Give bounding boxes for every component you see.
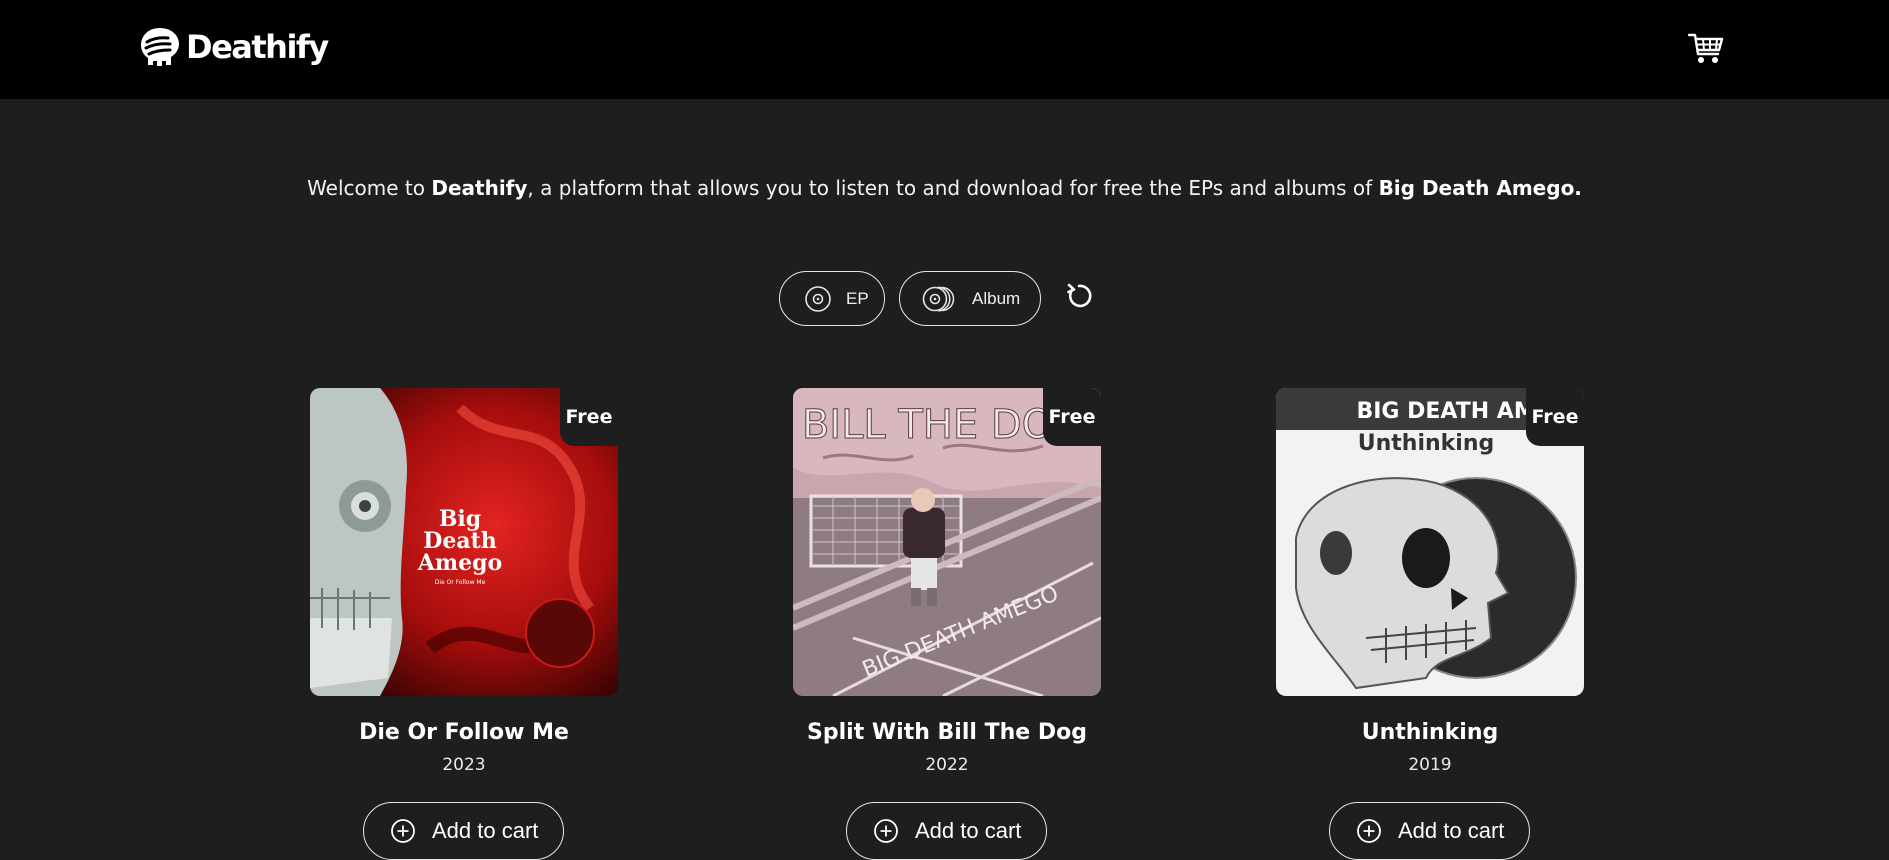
- cover-text-line: BILL THE DOG: [802, 402, 1084, 448]
- add-to-cart-label: Add to cart: [432, 818, 539, 843]
- album-cover[interactable]: BILL THE DOG BIG DEATH AMEGO Free: [793, 388, 1101, 696]
- welcome-prefix: Welcome to: [307, 176, 432, 200]
- reset-icon[interactable]: [1064, 281, 1094, 311]
- cover-text-line: Amego: [417, 550, 502, 576]
- plus-circle-icon: [874, 819, 898, 843]
- brand-name: Deathify: [186, 28, 329, 66]
- release-title: Split With Bill The Dog: [807, 720, 1087, 745]
- release-title: Die Or Follow Me: [359, 720, 569, 745]
- release-card: BIG DEATH AMEGO Unthinking Free Unthinki…: [1276, 388, 1584, 860]
- add-to-cart-button[interactable]: Add to cart: [846, 802, 1047, 860]
- filter-ep-label: EP: [846, 288, 869, 308]
- shopping-cart-icon[interactable]: [1688, 32, 1724, 66]
- release-card: Big Death Amego Die Or Follow Me Free Di…: [310, 388, 618, 860]
- plus-circle-icon: [1357, 819, 1381, 843]
- price-badge: Free: [1043, 388, 1101, 446]
- welcome-artist: Big Death Amego.: [1378, 176, 1582, 200]
- release-year: 2022: [925, 755, 969, 775]
- cover-text-line: Die Or Follow Me: [435, 579, 486, 586]
- skull-logo-icon: [141, 28, 179, 66]
- release-title: Unthinking: [1361, 720, 1499, 745]
- welcome-text: Welcome to Deathify, a platform that all…: [0, 176, 1889, 200]
- release-card: BILL THE DOG BIG DEATH AMEGO Free Split …: [793, 388, 1101, 860]
- top-nav: Deathify: [0, 0, 1889, 99]
- price-badge: Free: [1526, 388, 1584, 446]
- filter-album-label: Album: [972, 288, 1021, 308]
- add-to-cart-label: Add to cart: [915, 818, 1022, 843]
- welcome-brand: Deathify: [431, 176, 528, 200]
- album-cover[interactable]: Big Death Amego Die Or Follow Me Free: [310, 388, 618, 696]
- release-year: 2023: [442, 755, 486, 775]
- brand-logo[interactable]: Deathify: [138, 24, 329, 70]
- plus-circle-icon: [391, 819, 415, 843]
- album-cover[interactable]: BIG DEATH AMEGO Unthinking Free: [1276, 388, 1584, 696]
- add-to-cart-button[interactable]: Add to cart: [1329, 802, 1530, 860]
- add-to-cart-button[interactable]: Add to cart: [363, 802, 564, 860]
- filter-album-button[interactable]: Album: [899, 271, 1041, 326]
- price-badge: Free: [560, 388, 618, 446]
- release-year: 2019: [1408, 755, 1452, 775]
- welcome-middle: , a platform that allows you to listen t…: [527, 176, 1379, 200]
- filter-ep-button[interactable]: EP: [779, 271, 885, 326]
- cover-text-line: Unthinking: [1358, 431, 1495, 456]
- multi-disc-icon: [922, 285, 955, 312]
- disc-icon: [805, 285, 831, 312]
- add-to-cart-label: Add to cart: [1398, 818, 1505, 843]
